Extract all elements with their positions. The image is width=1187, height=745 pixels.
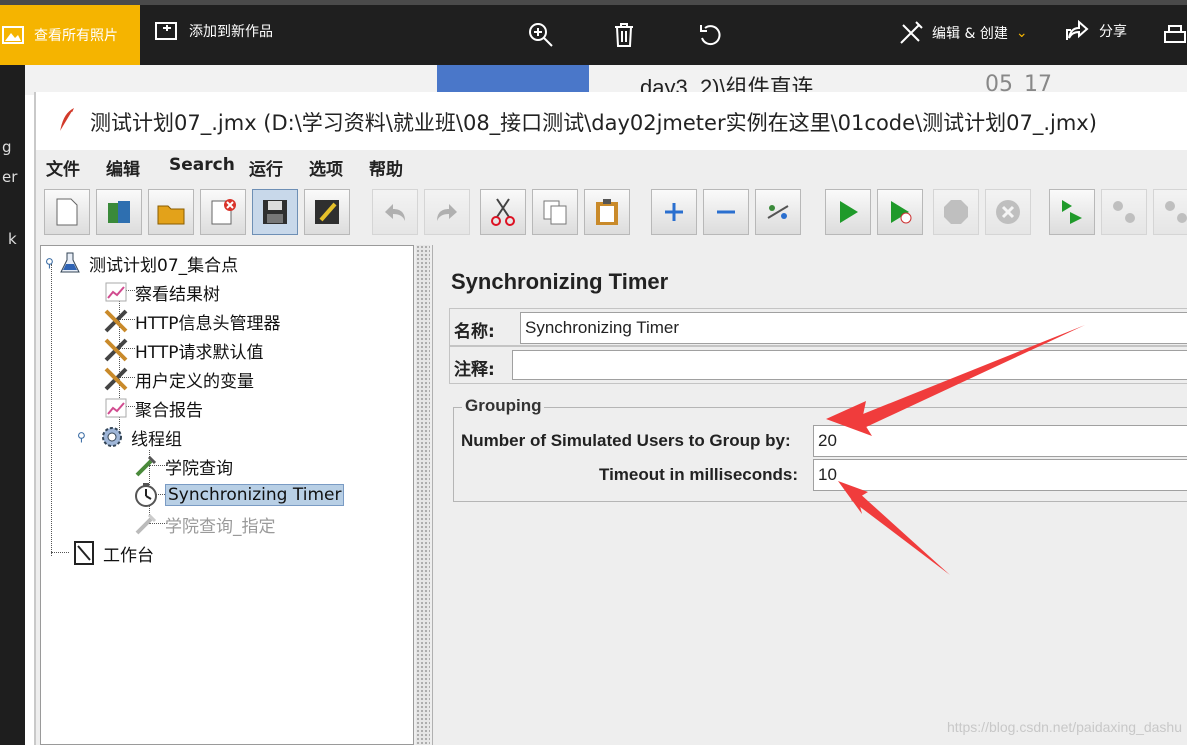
annotation-arrow-down	[851, 492, 950, 575]
annotation-arrows	[826, 325, 1085, 575]
annotation-arrow-up	[858, 325, 1085, 428]
